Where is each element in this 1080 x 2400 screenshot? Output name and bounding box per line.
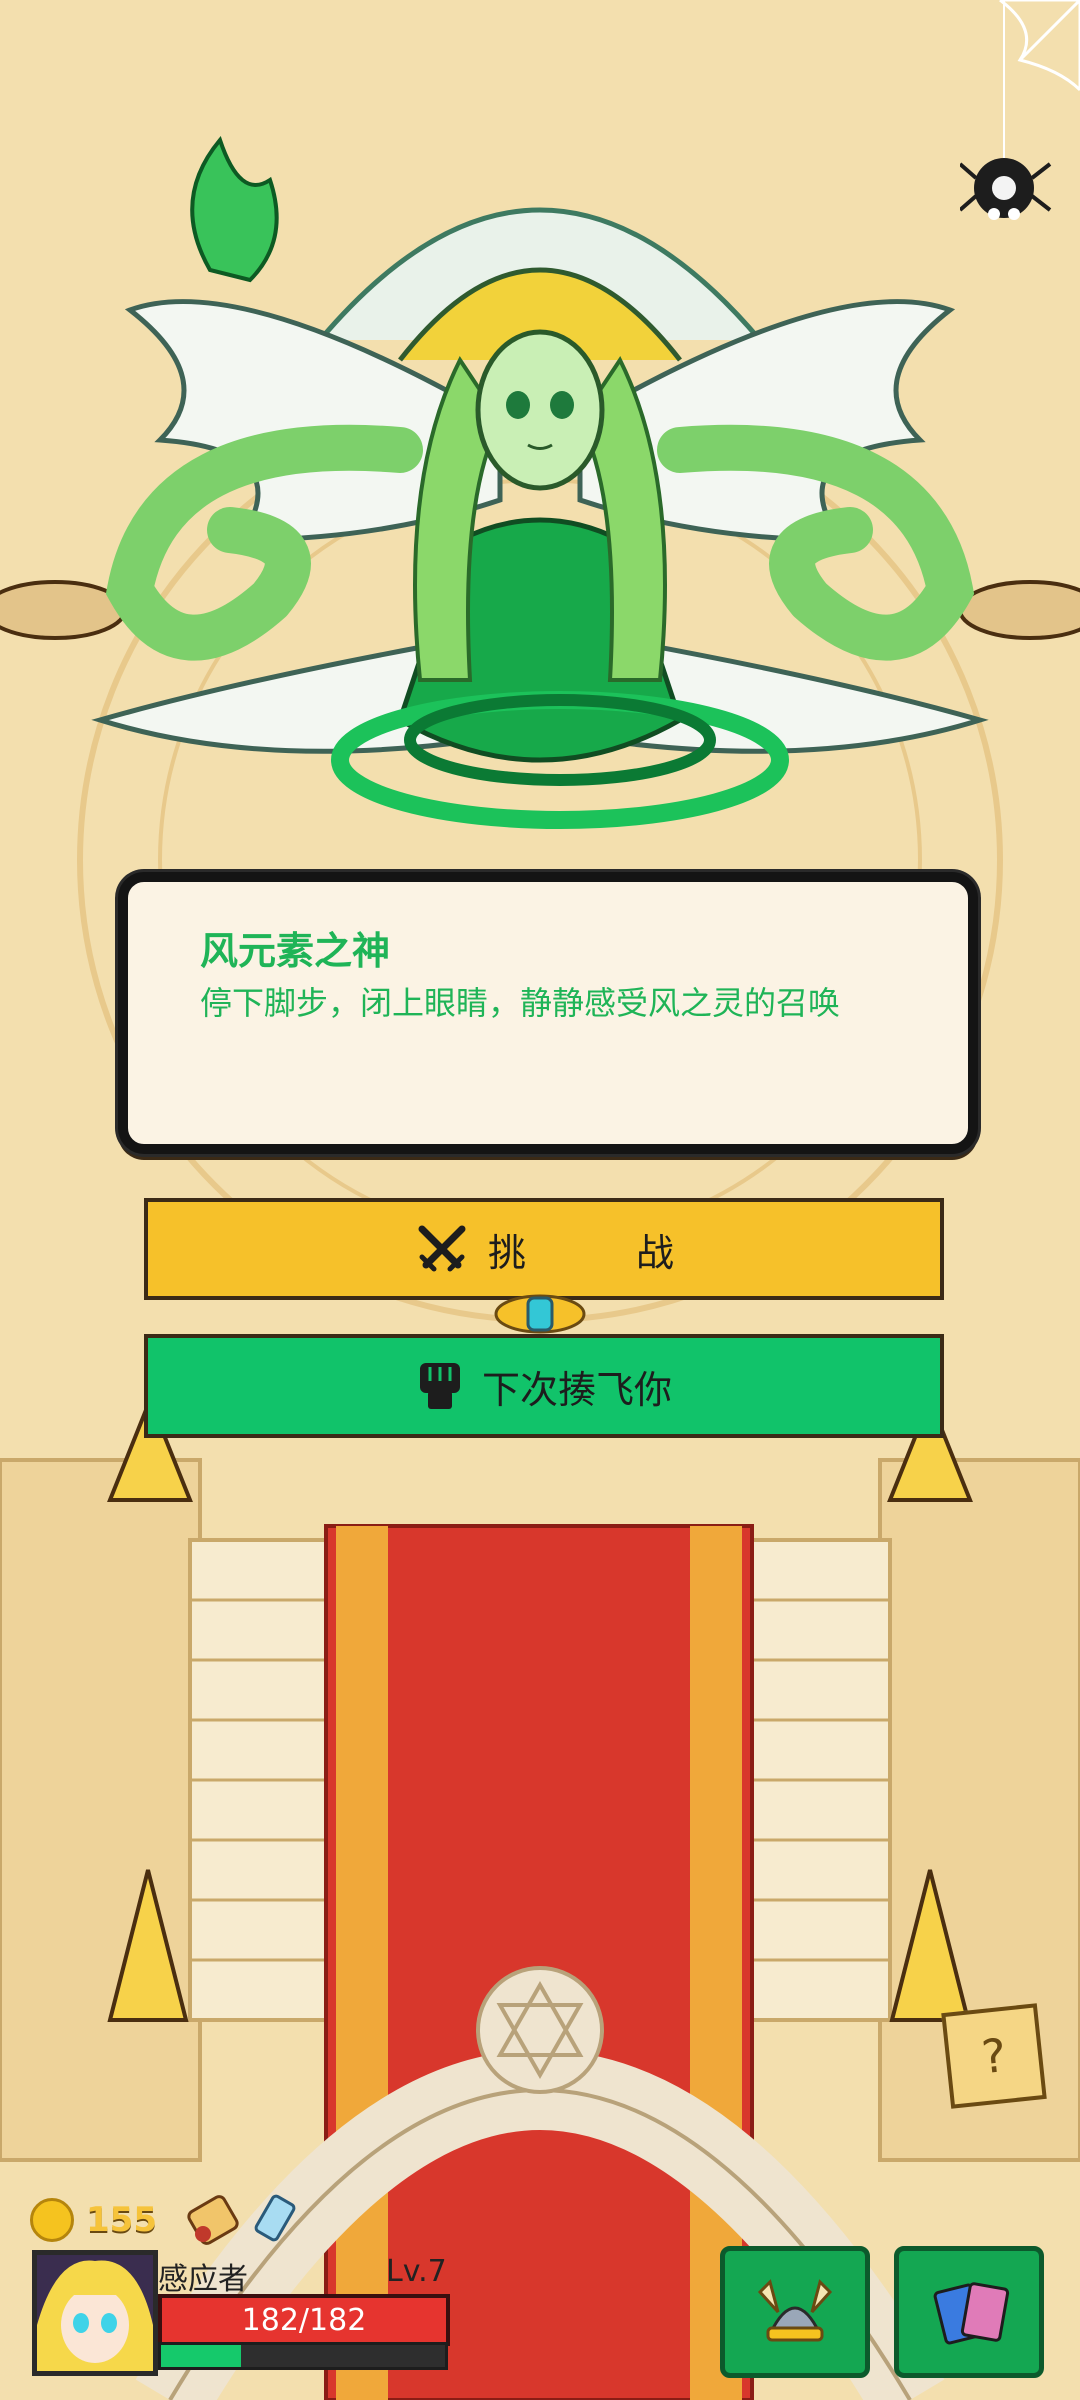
- cards-icon: [933, 2282, 1010, 2345]
- player-avatar[interactable]: [32, 2250, 158, 2376]
- crystal-item-icon[interactable]: [251, 2192, 299, 2248]
- challenge-button[interactable]: 挑 战: [144, 1198, 944, 1300]
- hp-text: 182/182: [241, 2302, 367, 2338]
- crossed-swords-icon: [418, 1225, 466, 1272]
- next-time-button[interactable]: 下次揍飞你: [144, 1334, 944, 1438]
- coin-amount: 155: [86, 2200, 157, 2240]
- boss-dialog: 风元素之神 停下脚步，闭上眼睛，静静感受风之灵的召唤: [118, 872, 978, 1154]
- hp-bar: 182/182: [158, 2294, 450, 2346]
- challenge-label-part1: 挑: [487, 1230, 526, 1275]
- player-level: Lv.7: [386, 2254, 447, 2289]
- boss-description: 停下脚步，闭上眼睛，静静感受风之灵的召唤: [200, 984, 841, 1022]
- player-name: 感应者: [158, 2262, 248, 2297]
- fist-icon: [419, 1363, 460, 1409]
- exp-fill: [161, 2345, 241, 2367]
- coin-icon: [30, 2198, 74, 2242]
- viking-helmet-icon: [757, 2279, 833, 2342]
- boss-name: 风元素之神: [200, 929, 391, 973]
- cards-button[interactable]: [894, 2246, 1044, 2378]
- ornament-connector: [494, 1294, 586, 1334]
- wind-goddess-boss: [91, 135, 989, 829]
- game-scene: 风元素之神 停下脚步，闭上眼睛，静静感受风之灵的召唤 挑 战 下次揍飞你 ? 1…: [0, 0, 1080, 2400]
- challenge-label-part2: 战: [636, 1230, 675, 1275]
- exp-bar: [158, 2342, 448, 2370]
- next-time-label: 下次揍飞你: [481, 1367, 672, 1412]
- avatar-portrait: [37, 2255, 153, 2371]
- coin-counter: 155: [30, 2190, 299, 2250]
- scroll-item-icon[interactable]: [183, 2190, 247, 2250]
- help-question-icon[interactable]: ?: [941, 2003, 1047, 2109]
- equipment-button[interactable]: [720, 2246, 870, 2378]
